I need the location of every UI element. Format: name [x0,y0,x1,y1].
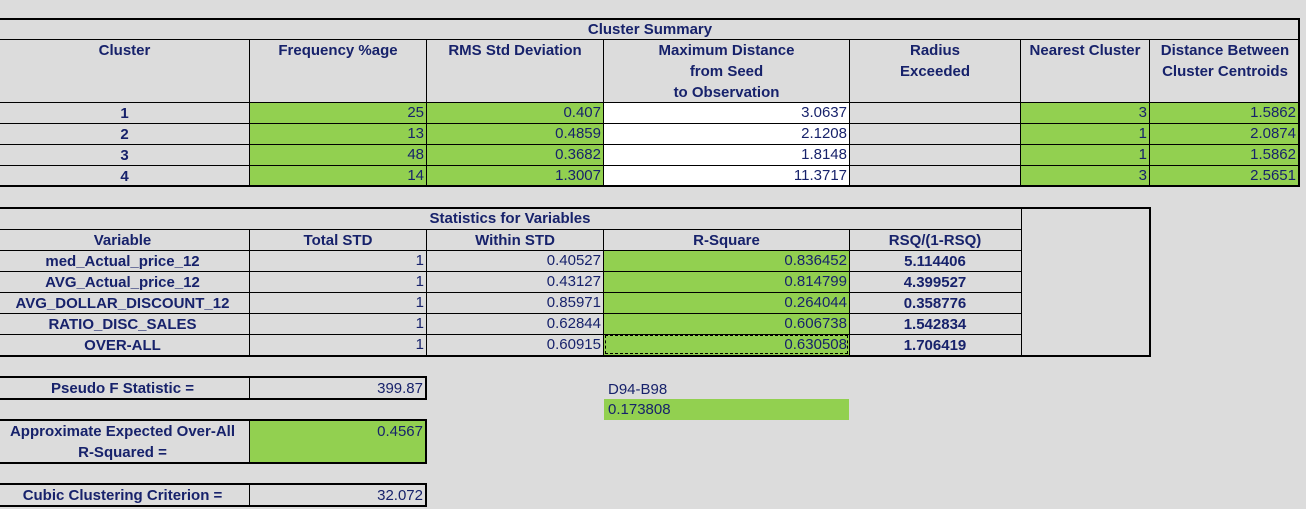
nearest-value[interactable]: 1 [1021,123,1149,144]
rsquare-value[interactable]: 0.836452 [604,250,849,271]
dist-value[interactable]: 2.0874 [1150,123,1298,144]
stats-title: Statistics for Variables [429,210,591,227]
rsquare-value[interactable]: 0.264044 [604,292,849,313]
header-rms: RMS Std Deviation [448,42,582,59]
rsq-ratio-value[interactable]: 1.542834 [850,314,1020,335]
variable-name[interactable]: OVER-ALL [0,335,245,356]
nearest-value[interactable]: 1 [1021,144,1149,165]
rms-value[interactable]: 0.3682 [427,144,603,165]
formula-label: D94-B98 [608,381,668,398]
pseudo-f-value[interactable]: 399.87 [250,378,425,399]
header-variable: Variable [93,232,152,249]
within-std-value[interactable]: 0.85971 [427,292,603,313]
variable-name[interactable]: RATIO_DISC_SALES [0,314,245,335]
ccc-value[interactable]: 32.072 [250,485,425,506]
header-maxdist-1: Maximum Distance [658,42,795,59]
within-std-value[interactable]: 0.43127 [427,271,603,292]
nearest-value[interactable]: 3 [1021,102,1149,123]
header-cluster: Cluster [98,42,151,59]
pseudo-f-label: Pseudo F Statistic = [51,380,194,397]
header-dist-1: Distance Between [1160,42,1290,59]
cluster-id[interactable]: 4 [0,166,249,187]
within-std-value[interactable]: 0.40527 [427,250,603,271]
total-std-value[interactable]: 1 [250,292,426,313]
header-total-std: Total STD [303,232,373,249]
maxdist-value[interactable]: 1.8148 [604,144,849,165]
header-radius-2: Exceeded [899,63,971,80]
rsq-ratio-value[interactable]: 0.358776 [850,293,1020,314]
header-frequency: Frequency %age [278,42,398,59]
frequency-value[interactable]: 25 [250,102,426,123]
expected-rsq-value[interactable]: 0.4567 [250,421,425,442]
header-maxdist-2: from Seed [689,63,764,80]
total-std-value[interactable]: 1 [250,313,426,334]
frequency-value[interactable]: 13 [250,123,426,144]
rms-value[interactable]: 1.3007 [427,165,603,186]
rms-value[interactable]: 0.4859 [427,123,603,144]
total-std-value[interactable]: 1 [250,250,426,271]
rsq-ratio-value[interactable]: 5.114406 [850,251,1020,272]
nearest-value[interactable]: 3 [1021,165,1149,186]
header-dist-2: Cluster Centroids [1162,63,1288,80]
formula-value[interactable]: 0.173808 [604,399,849,420]
ccc-label: Cubic Clustering Criterion = [22,487,223,504]
rsq-ratio-value[interactable]: 4.399527 [850,272,1020,293]
cluster-id[interactable]: 1 [0,103,249,124]
expected-rsq-label-1: Approximate Expected Over-All [9,423,236,440]
maxdist-value[interactable]: 11.3717 [604,165,849,186]
cluster-id[interactable]: 2 [0,124,249,145]
total-std-value[interactable]: 1 [250,271,426,292]
variable-name[interactable]: AVG_Actual_price_12 [0,272,245,293]
header-nearest: Nearest Cluster [1029,42,1141,59]
within-std-value[interactable]: 0.60915 [427,334,603,355]
variable-name[interactable]: med_Actual_price_12 [0,251,245,272]
rsq-ratio-value[interactable]: 1.706419 [850,335,1020,356]
header-rsquare: R-Square [693,232,760,249]
maxdist-value[interactable]: 2.1208 [604,123,849,144]
cluster-summary-title: Cluster Summary [587,21,713,38]
total-std-value[interactable]: 1 [250,334,426,355]
rms-value[interactable]: 0.407 [427,102,603,123]
dist-value[interactable]: 1.5862 [1150,102,1298,123]
within-std-value[interactable]: 0.62844 [427,313,603,334]
frequency-value[interactable]: 14 [250,165,426,186]
variable-name[interactable]: AVG_DOLLAR_DISCOUNT_12 [0,293,245,314]
rsquare-value[interactable]: 0.814799 [604,271,849,292]
rsquare-value[interactable]: 0.606738 [604,313,849,334]
header-radius-1: Radius [909,42,960,59]
maxdist-value[interactable]: 3.0637 [604,102,849,123]
dist-value[interactable]: 1.5862 [1150,144,1298,165]
frequency-value[interactable]: 48 [250,144,426,165]
header-within-std: Within STD [475,232,555,249]
dist-value[interactable]: 2.5651 [1150,165,1298,186]
expected-rsq-label-2: R-Squared = [78,444,167,461]
cluster-id[interactable]: 3 [0,145,249,166]
rsquare-value[interactable]: 0.630508 [604,334,849,355]
header-rsq-ratio: RSQ/(1-RSQ) [888,232,982,249]
header-maxdist-3: to Observation [673,84,780,101]
